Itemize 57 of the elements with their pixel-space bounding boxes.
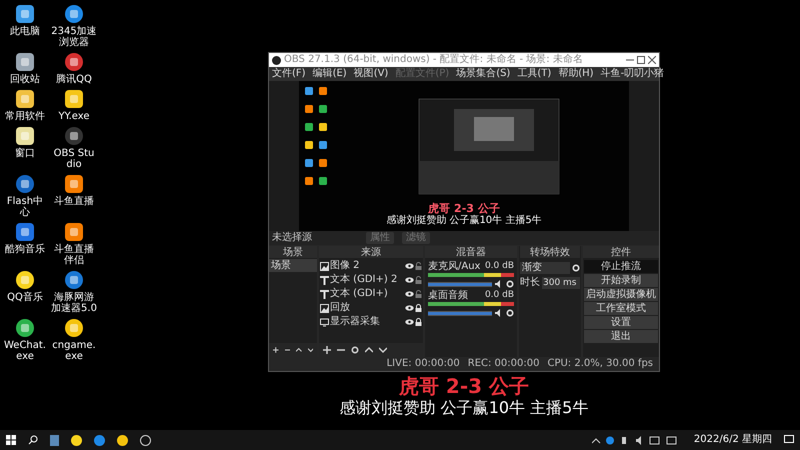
control-button[interactable]: 停止推流: [584, 260, 658, 273]
menu-item[interactable]: 编辑(E): [312, 68, 347, 80]
preview-subtitle: 感谢刘挺赞助 公子赢10牛 主播5牛: [386, 215, 542, 227]
desktop-icon-label[interactable]: WeChat.exe: [2, 340, 48, 362]
control-button[interactable]: 设置: [584, 316, 658, 329]
desktop-icon-label[interactable]: 海豚网游加速器5.0: [51, 292, 97, 314]
menu-item[interactable]: 帮助(H): [558, 68, 594, 80]
desktop-icon-label[interactable]: 酷狗音乐: [5, 244, 45, 255]
menu-item[interactable]: 工具(T): [517, 68, 552, 80]
channel-name: 桌面音频: [428, 290, 468, 301]
desktop-icon-label[interactable]: cngame.exe: [51, 340, 97, 362]
overlay-headline: 虎哥 2-3 公子: [398, 374, 530, 398]
transition-dropdown[interactable]: 渐变: [520, 262, 570, 274]
dock-header: 来源: [319, 246, 423, 259]
desktop-icon-label[interactable]: 窗口: [15, 148, 35, 159]
source-item[interactable]: 回放: [330, 302, 404, 314]
source-item[interactable]: 文本 (GDI+): [330, 288, 404, 300]
desktop-icon-label[interactable]: 2345加速浏览器: [51, 26, 97, 48]
menu-item[interactable]: 文件(F): [272, 68, 306, 80]
duration-label: 时长: [520, 277, 540, 289]
dock-header: 转场特效: [520, 246, 580, 259]
desktop-icon-label[interactable]: YY.exe: [58, 111, 90, 122]
overlay-subtitle: 感谢刘挺赞助 公子赢10牛 主播5牛: [340, 398, 588, 418]
control-button[interactable]: 工作室模式: [584, 302, 658, 315]
scene-item[interactable]: 场景: [269, 259, 317, 272]
taskbar-date: 2022/6/2 星期四: [694, 434, 772, 446]
channel-reading: 0.0 dB: [484, 290, 514, 301]
menu-item[interactable]: 斗鱼-叨叨小猪: [600, 68, 664, 80]
dock-header: 混音器: [425, 246, 517, 259]
dock-header: 控件: [583, 246, 659, 259]
cpu-status: CPU: 2.0%, 30.00 fps: [547, 358, 653, 370]
desktop-icon-label[interactable]: OBS Studio: [51, 148, 97, 170]
live-status: LIVE: 00:00:00: [386, 358, 460, 370]
source-item[interactable]: 文本 (GDI+) 2: [330, 274, 404, 286]
window-title: OBS 27.1.3 (64-bit, windows) - 配置文件: 未命名 - 场景: 未命名: [284, 54, 584, 66]
desktop-icon-label[interactable]: 斗鱼直播伴侣: [51, 244, 97, 266]
source-item[interactable]: 图像 2: [330, 260, 404, 272]
desktop-icon-label[interactable]: 常用软件: [5, 111, 45, 122]
control-button[interactable]: 开始录制: [584, 274, 658, 287]
rec-status: REC: 00:00:00: [468, 358, 540, 370]
desktop-icon-label[interactable]: 斗鱼直播: [54, 196, 94, 207]
selected-source-label: 未选择源: [272, 232, 313, 244]
channel-name: 麦克风/Aux: [428, 261, 480, 272]
duration-field[interactable]: 300 ms: [542, 277, 580, 289]
desktop-icon-label[interactable]: 此电脑: [10, 26, 40, 37]
control-button[interactable]: 退出: [584, 330, 658, 343]
preview-headline: 虎哥 2-3 公子: [428, 202, 500, 215]
menu-item[interactable]: 视图(V): [354, 68, 388, 80]
control-button[interactable]: 启动虚拟摄像机: [584, 288, 658, 301]
desktop-icon-label[interactable]: QQ音乐: [7, 292, 43, 303]
desktop-icon-label[interactable]: 回收站: [10, 74, 40, 85]
dock-header: 场景: [269, 246, 317, 259]
desktop-icon-label[interactable]: Flash中心: [2, 196, 48, 218]
desktop-icon-label[interactable]: 腾讯QQ: [56, 74, 92, 85]
menu-item[interactable]: 场景集合(S): [456, 68, 510, 80]
channel-reading: 0.0 dB: [484, 261, 514, 272]
source-item[interactable]: 显示器采集: [330, 316, 404, 328]
